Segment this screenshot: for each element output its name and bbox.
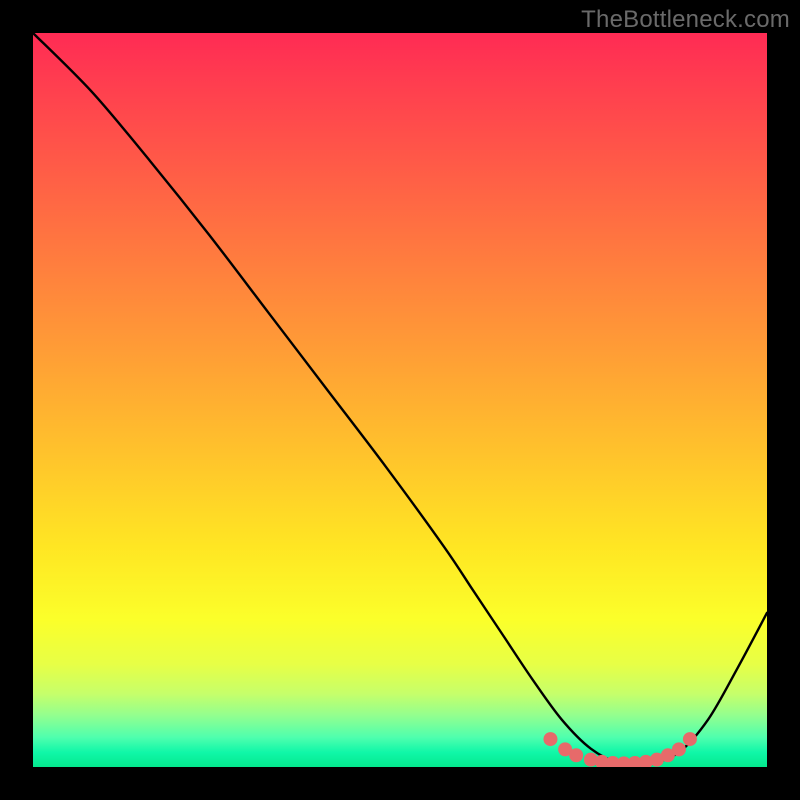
watermark-text: TheBottleneck.com: [581, 6, 790, 34]
chart-markers: [543, 732, 696, 767]
chart-marker: [683, 732, 697, 746]
chart-marker: [672, 742, 686, 756]
chart-plot-area: [33, 33, 767, 767]
chart-svg: [33, 33, 767, 767]
chart-marker: [543, 732, 557, 746]
chart-marker: [569, 748, 583, 762]
chart-curve: [33, 33, 767, 765]
